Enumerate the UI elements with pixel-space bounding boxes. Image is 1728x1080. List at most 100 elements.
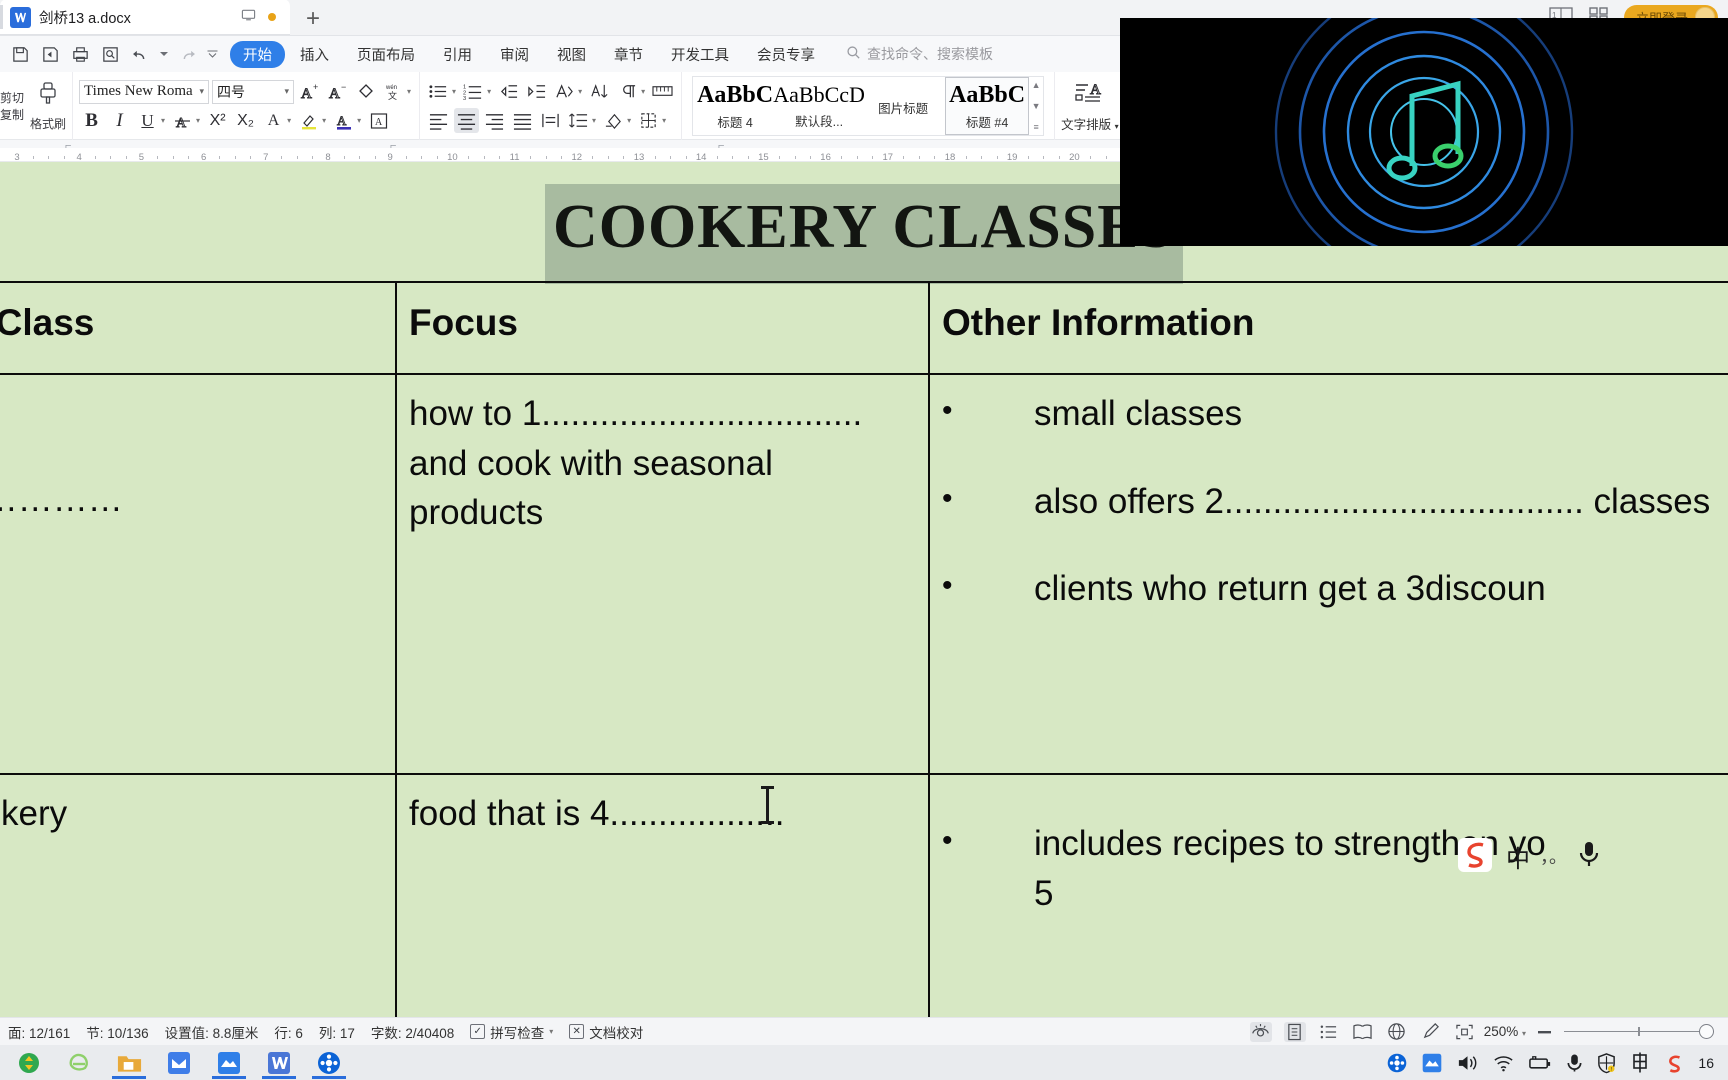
tab-section[interactable]: 章节 xyxy=(601,41,656,68)
show-paragraph-marks-icon[interactable] xyxy=(615,79,640,104)
save-as-icon[interactable] xyxy=(36,41,64,67)
smart-format-icon[interactable] xyxy=(552,79,577,104)
music-note-visualizer[interactable] xyxy=(1120,18,1728,246)
chevron-down-icon[interactable]: ▾ xyxy=(196,116,200,125)
font-family-select[interactable]: Times New Roma ▾ xyxy=(79,79,210,104)
proofread-toggle[interactable]: ✕ 文档校对 xyxy=(569,1022,643,1042)
tab-insert[interactable]: 插入 xyxy=(287,41,342,68)
borders-icon[interactable] xyxy=(636,108,661,133)
taskbar-foxmail-icon[interactable] xyxy=(156,1046,202,1079)
left-indent-marker[interactable]: ⌐ xyxy=(65,140,71,152)
new-tab-button[interactable]: + xyxy=(290,3,336,35)
distributed-align-icon[interactable] xyxy=(538,108,563,133)
bold-button[interactable]: B xyxy=(79,108,104,133)
chevron-down-icon[interactable]: ▼ xyxy=(1032,101,1041,111)
tray-ime-icon[interactable] xyxy=(1630,1052,1650,1073)
ime-floating-bar[interactable]: 中 ，。 xyxy=(1448,835,1609,877)
sort-icon[interactable] xyxy=(587,79,612,104)
align-center-icon[interactable] xyxy=(454,108,480,133)
chevron-down-icon[interactable]: ▾ xyxy=(487,87,491,96)
format-painter-button[interactable]: 格式刷 xyxy=(30,81,66,132)
tab-stop-marker[interactable]: ⌐ xyxy=(718,140,724,152)
text-layout-button[interactable]: A 文字排版 ▾ xyxy=(1061,80,1119,133)
cut-button[interactable]: 剪切 xyxy=(0,90,24,106)
subscript-button[interactable]: X₂ xyxy=(233,108,258,133)
tray-security-icon[interactable]: ! xyxy=(1596,1052,1617,1074)
tray-battery-icon[interactable] xyxy=(1528,1054,1553,1072)
table-cell-class-2[interactable]: nd's Cookery hool xyxy=(0,773,397,1017)
chevron-down-icon[interactable]: ▾ xyxy=(407,87,411,96)
text-highlight-icon[interactable] xyxy=(296,108,321,133)
taskbar-editor-icon[interactable] xyxy=(206,1046,252,1079)
italic-button[interactable]: I xyxy=(107,108,132,133)
table-cell-other-1[interactable]: • small classes • also offers 2.........… xyxy=(928,373,1728,775)
spellcheck-toggle[interactable]: ✓ 拼写检查 ▾ xyxy=(470,1022,553,1042)
chevron-down-icon[interactable]: ▾ xyxy=(641,87,645,96)
sogou-pinyin-logo[interactable] xyxy=(1456,836,1496,876)
character-border-icon[interactable]: A xyxy=(261,108,286,133)
align-left-icon[interactable] xyxy=(426,108,451,133)
tray-editor-icon[interactable] xyxy=(1421,1052,1443,1074)
superscript-button[interactable]: X² xyxy=(205,108,230,133)
taskbar-ie-icon[interactable] xyxy=(56,1046,102,1079)
tab-references[interactable]: 引用 xyxy=(430,41,485,68)
style-item-default[interactable]: AaBbCcD 默认段... xyxy=(773,77,865,135)
table-cell-class-1[interactable]: ample e Food,………… xyxy=(0,373,397,775)
table-cell-focus-1[interactable]: how to 1................................… xyxy=(395,373,930,775)
tab-developer[interactable]: 开发工具 xyxy=(658,41,742,68)
increase-indent-icon[interactable] xyxy=(524,79,549,104)
zoom-level[interactable]: 250% ▾ xyxy=(1484,1024,1526,1039)
tray-volume-icon[interactable] xyxy=(1456,1053,1479,1073)
taskbar-wps-icon[interactable] xyxy=(256,1046,302,1079)
chevron-down-icon[interactable]: ▾ xyxy=(592,116,596,125)
web-layout-view-icon[interactable] xyxy=(1386,1022,1408,1042)
print-icon[interactable] xyxy=(66,41,94,67)
tray-microphone-icon[interactable] xyxy=(1566,1052,1583,1074)
zoom-slider-handle[interactable] xyxy=(1699,1024,1714,1039)
tray-wifi-icon[interactable] xyxy=(1492,1053,1515,1073)
justify-icon[interactable] xyxy=(510,108,535,133)
paragraph-shading-icon[interactable] xyxy=(601,108,626,133)
undo-icon[interactable] xyxy=(126,41,154,67)
ime-punctuation-indicator[interactable]: ，。 xyxy=(1540,843,1567,869)
style-gallery-scroll[interactable]: ▲ ▼ ≡ xyxy=(1029,80,1043,132)
tab-member[interactable]: 会员专享 xyxy=(744,41,828,68)
tray-sogou-icon[interactable] xyxy=(1663,1052,1685,1074)
phonetic-guide-icon[interactable]: wén 文 xyxy=(381,79,406,104)
chevron-down-icon[interactable]: ▾ xyxy=(322,116,326,125)
font-size-select[interactable]: 四号 ▾ xyxy=(212,79,295,104)
ime-mode-indicator[interactable]: 中 xyxy=(1506,839,1530,874)
command-search[interactable]: 查找命令、搜索模板 xyxy=(846,44,993,64)
chevron-down-icon[interactable]: ▾ xyxy=(287,116,291,125)
status-col[interactable]: 列: 17 xyxy=(319,1022,355,1042)
status-word-count[interactable]: 字数: 2/40408 xyxy=(371,1022,454,1042)
character-shading-icon[interactable]: A xyxy=(366,108,391,133)
table-cell-focus-2[interactable]: food that is 4.................. xyxy=(395,773,930,1017)
chevron-down-icon[interactable]: ▾ xyxy=(452,87,456,96)
status-position[interactable]: 设置值: 8.8厘米 xyxy=(165,1022,259,1042)
tab-page-layout[interactable]: 页面布局 xyxy=(344,41,428,68)
style-item-caption[interactable]: 图片标题 xyxy=(861,77,945,135)
chevron-down-icon[interactable]: ▾ xyxy=(357,116,361,125)
customize-qat-icon[interactable] xyxy=(204,41,220,67)
style-item-heading4[interactable]: AaBbC 标题 4 xyxy=(693,77,777,135)
chevron-up-icon[interactable]: ▲ xyxy=(1032,80,1041,90)
clear-formatting-icon[interactable] xyxy=(353,79,378,104)
right-indent-marker[interactable]: ⌐ xyxy=(390,140,396,152)
taskbar-meeting-icon[interactable] xyxy=(306,1046,352,1079)
redo-icon[interactable] xyxy=(174,41,202,67)
taskbar-clock[interactable]: 16 xyxy=(1698,1055,1714,1071)
tab-review[interactable]: 审阅 xyxy=(487,41,542,68)
annotation-view-icon[interactable] xyxy=(1420,1022,1442,1042)
bulleted-list-icon[interactable] xyxy=(426,79,451,104)
line-spacing-icon[interactable] xyxy=(566,108,591,133)
print-preview-icon[interactable] xyxy=(96,41,124,67)
cookery-classes-table[interactable]: ookery Class Focus Other Information amp… xyxy=(0,281,1728,1017)
status-row[interactable]: 行: 6 xyxy=(274,1022,303,1042)
zoom-out-button[interactable] xyxy=(1534,1022,1556,1042)
strikethrough-icon[interactable]: A xyxy=(170,108,195,133)
chevron-down-icon[interactable]: ▾ xyxy=(161,116,165,125)
shrink-font-icon[interactable]: A − xyxy=(325,79,350,104)
tab-start[interactable]: 开始 xyxy=(230,40,285,68)
restore-window-icon[interactable] xyxy=(241,8,256,27)
